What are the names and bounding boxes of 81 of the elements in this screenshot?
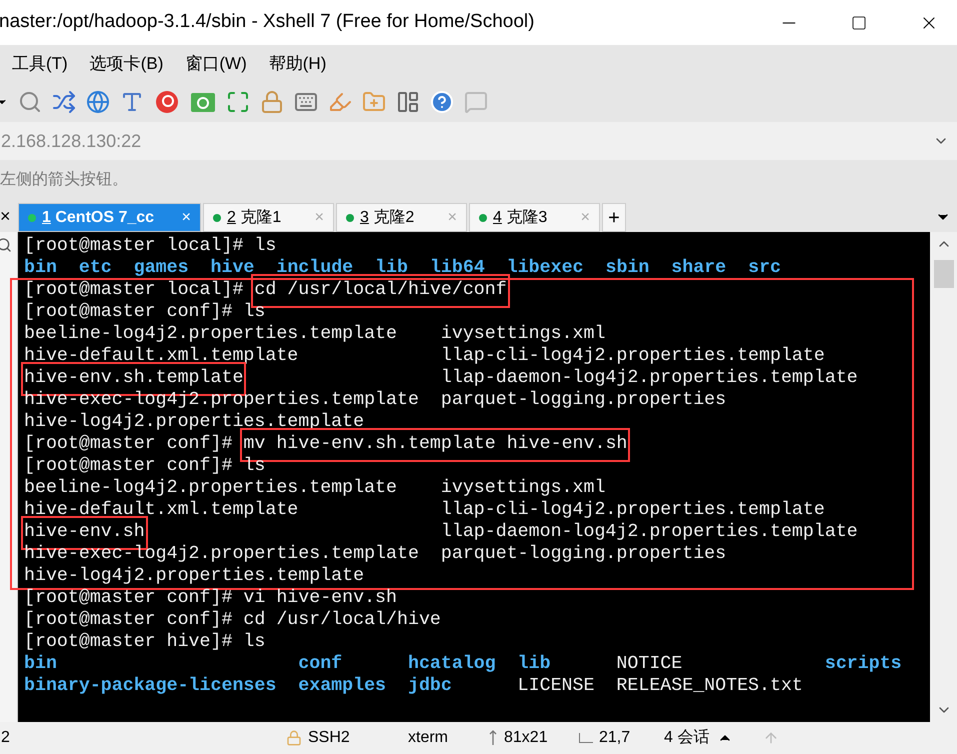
terminal-text: LICENSE	[518, 675, 594, 698]
session-tab[interactable]: 3 克隆2 ×	[336, 203, 467, 232]
menu-item[interactable]: 窗口(W)	[185, 50, 247, 76]
directory-name: conf	[298, 653, 342, 676]
lock-icon[interactable]	[260, 90, 284, 114]
directory-name: share	[671, 257, 726, 280]
transfer-icon[interactable]	[52, 90, 76, 114]
terminal-text: beeline-log4j2.properties.template	[24, 477, 397, 500]
directory-name: jdbc	[408, 675, 452, 698]
globe-icon[interactable]	[86, 90, 110, 114]
session-tab[interactable]: 1 CentOS 7_cc ×	[18, 203, 201, 232]
directory-name: libexec	[506, 257, 584, 280]
terminal-text: hive-log4j2.properties.template	[24, 411, 364, 434]
directory-name: etc	[78, 257, 112, 280]
directory-name: bin	[24, 257, 57, 280]
highlighter-icon[interactable]	[328, 90, 352, 114]
terminal-text: llap-cli-log4j2.properties.template	[440, 345, 825, 368]
cursor-position: 21,7	[599, 728, 632, 748]
terminal-text: [root@master conf]# ls	[24, 455, 266, 478]
terminal-text: [root@master conf]# cd /usr/local/hive	[24, 609, 441, 632]
help-icon[interactable]	[430, 90, 454, 114]
terminal-text: hive-log4j2.properties.template	[24, 565, 364, 588]
tab-close-button[interactable]: ×	[182, 206, 191, 230]
menu-item[interactable]: 帮助(H)	[268, 50, 326, 76]
terminal-text: llap-daemon-log4j2.properties.template	[440, 521, 858, 544]
fullscreen-icon[interactable]	[226, 90, 250, 114]
directory-name: hive	[210, 257, 254, 280]
resize-icon	[488, 730, 498, 746]
tab-label: 4 克隆3	[493, 208, 548, 228]
terminal-type: xterm	[408, 728, 449, 748]
keyboard-icon[interactable]	[294, 90, 318, 114]
terminal-text: hive-default.xml.template	[24, 499, 298, 522]
terminal-text: ivysettings.xml	[440, 323, 606, 346]
terminal-text: RELEASE_NOTES.txt	[616, 675, 803, 698]
terminal-text: [root@master conf]# vi hive-env.sh	[24, 587, 397, 610]
terminal-text: beeline-log4j2.properties.template	[24, 323, 397, 346]
directory-name: src	[748, 257, 782, 280]
terminal-size: 81x21	[504, 728, 549, 748]
session-tab[interactable]: 4 克隆3 ×	[469, 203, 600, 232]
terminal-text: hive-exec-log4j2.properties.template	[24, 543, 419, 566]
directory-name: lib	[518, 653, 551, 676]
menu-item[interactable]: 工具(T)	[12, 50, 68, 76]
directory-name: games	[134, 257, 189, 280]
font-icon[interactable]	[120, 90, 144, 114]
terminal-text: hive-exec-log4j2.properties.template	[24, 389, 419, 412]
search-icon[interactable]	[0, 237, 12, 253]
menu-item[interactable]: 选项卡(B)	[90, 50, 164, 76]
session-count: 4 会话	[664, 728, 710, 748]
status-text: 2	[1, 728, 11, 748]
tab-label: 3 克隆2	[360, 208, 414, 228]
tab-label: 2 克隆1	[227, 208, 282, 228]
directory-name: sbin	[605, 257, 650, 280]
terminal-text: [root@master local]# ls	[24, 235, 276, 258]
protocol-label: SSH2	[308, 728, 351, 748]
terminal-text: [root@master hive]# ls	[24, 631, 266, 654]
terminal-text: parquet-logging.properties	[440, 389, 726, 412]
directory-name: scripts	[824, 653, 902, 676]
directory-name: hcatalog	[408, 653, 496, 676]
terminal-text: llap-cli-log4j2.properties.template	[440, 499, 825, 522]
cursor-icon	[579, 733, 593, 743]
layout-icon[interactable]	[396, 90, 420, 114]
tab-label: 1 CentOS 7_cc	[42, 208, 154, 228]
scrollbar-thumb[interactable]	[934, 260, 954, 288]
hint-text: 左侧的箭头按钮。	[0, 170, 128, 190]
session-tab[interactable]: 2 克隆1 ×	[203, 203, 334, 232]
close-panel-button[interactable]: ×	[0, 207, 18, 225]
terminal-text: NOTICE	[616, 653, 682, 676]
terminal-text: [root@master local]#	[24, 279, 244, 302]
terminal-text: parquet-logging.properties	[440, 543, 726, 566]
new-tab-button[interactable]: +	[602, 203, 626, 232]
window-title: naster:/opt/hadoop-3.1.4/sbin - Xshell 7 (Free for Home/School)	[0, 10, 534, 34]
maximize-icon[interactable]	[851, 14, 867, 30]
terminal-text: ivysettings.xml	[440, 477, 606, 500]
terminal-text: [root@master conf]#	[24, 433, 232, 456]
terminal-text: hive-default.xml.template	[24, 345, 298, 368]
lock-icon	[286, 730, 302, 746]
directory-name: examples	[298, 675, 386, 698]
search-icon[interactable]	[18, 90, 42, 114]
terminal-text: llap-daemon-log4j2.properties.template	[440, 367, 858, 390]
directory-name: bin	[24, 653, 57, 676]
directory-name: binary-package-licenses	[24, 675, 276, 698]
